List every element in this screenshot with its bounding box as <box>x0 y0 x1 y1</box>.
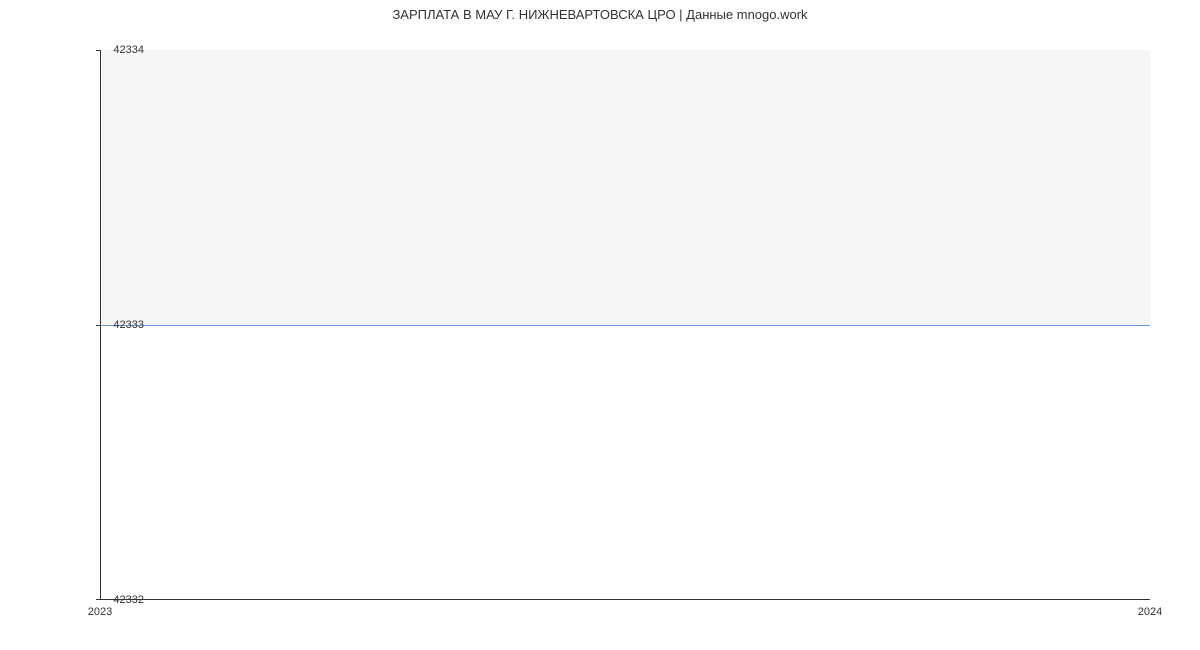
chart-title: ЗАРПЛАТА В МАУ Г. НИЖНЕВАРТОВСКА ЦРО | Д… <box>0 0 1200 22</box>
y-axis-tick-label: 42334 <box>113 44 144 56</box>
y-axis-tick-label: 42332 <box>113 594 144 606</box>
x-axis-tick-label: 2024 <box>1138 606 1162 618</box>
plot-lower-region <box>101 325 1150 600</box>
data-series-line <box>101 325 1150 326</box>
chart-plot <box>100 50 1150 600</box>
y-tick-mark <box>96 325 101 326</box>
x-axis-tick-label: 2023 <box>88 606 112 618</box>
y-tick-mark <box>96 599 101 600</box>
y-axis-tick-label: 42333 <box>113 319 144 331</box>
plot-area <box>100 50 1150 600</box>
y-tick-mark <box>96 50 101 51</box>
